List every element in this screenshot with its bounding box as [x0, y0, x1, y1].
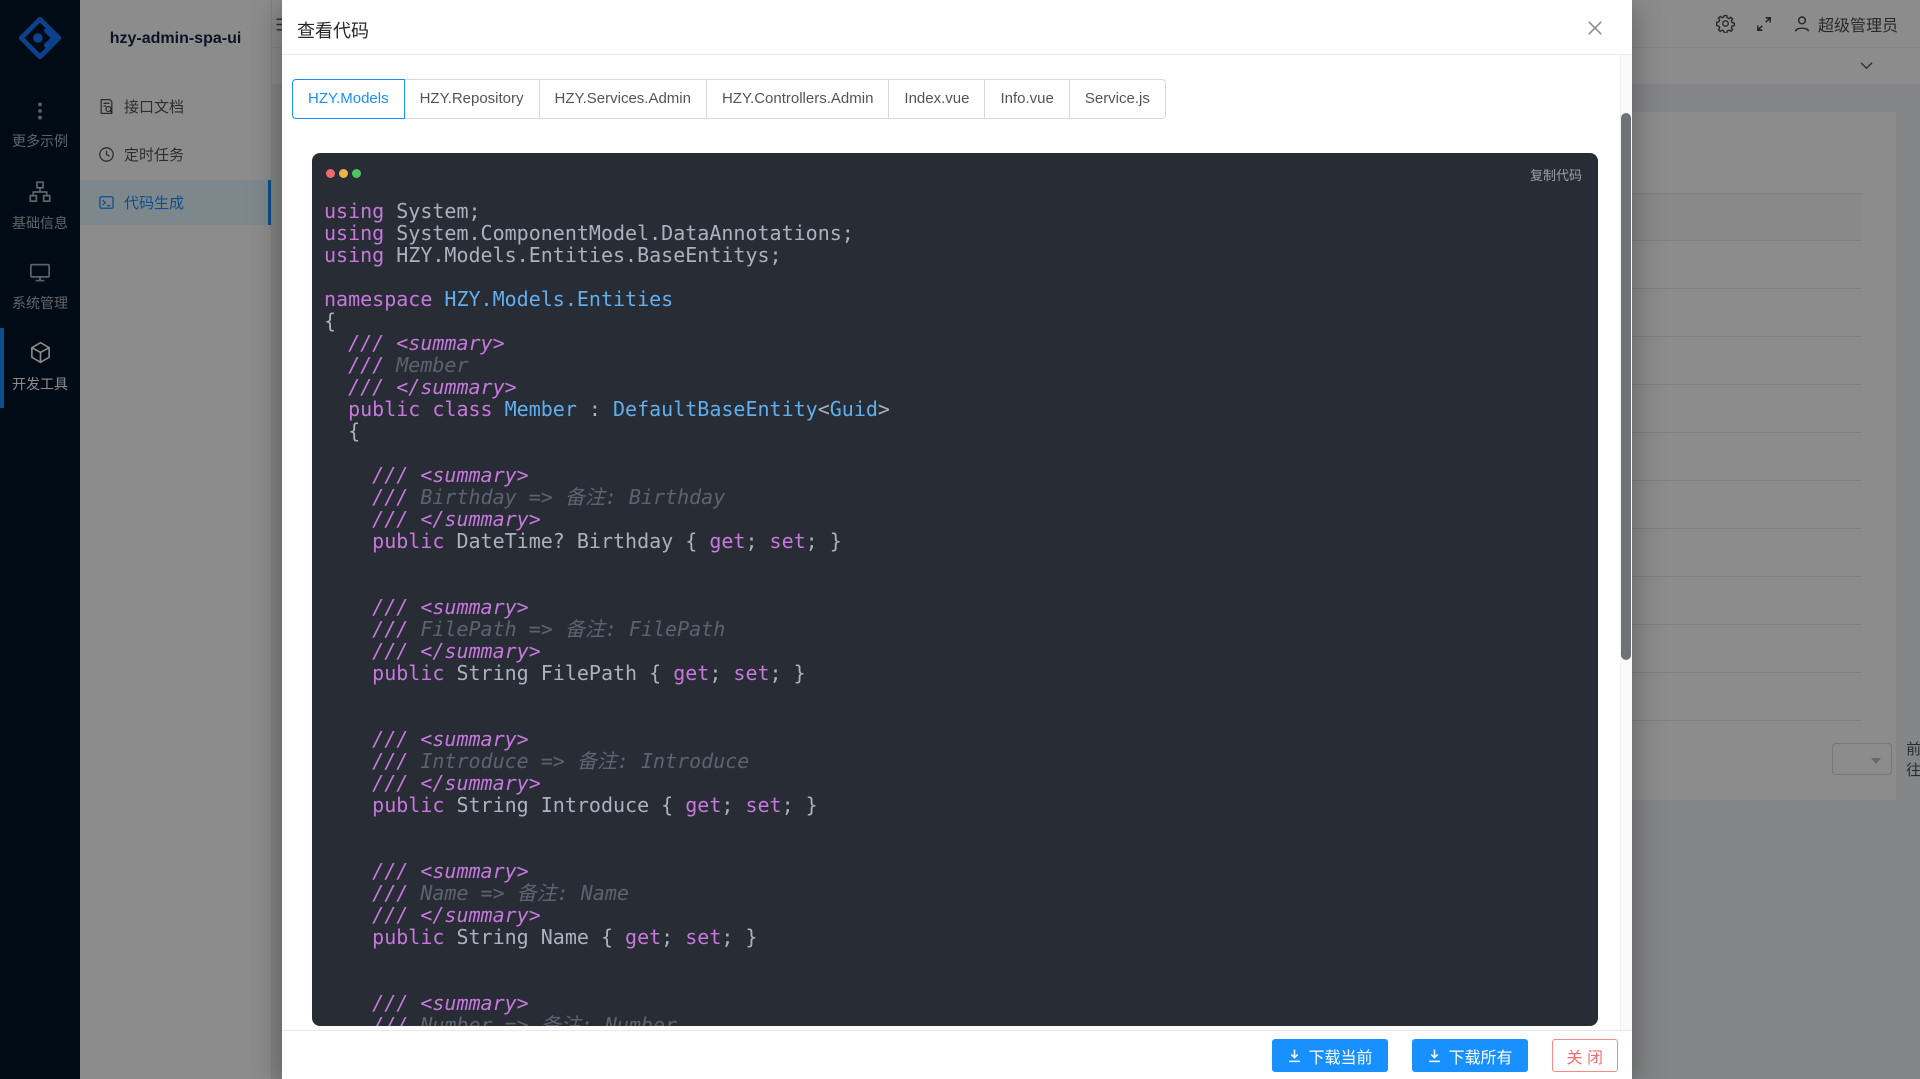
- code-line: /// Number => 备注: Number: [324, 1014, 1582, 1026]
- code-line: public DateTime? Birthday { get; set; }: [324, 530, 1582, 552]
- code-line: [324, 970, 1582, 992]
- code-line: /// <summary>: [324, 464, 1582, 486]
- code-line: /// </summary>: [324, 772, 1582, 794]
- code-line: /// Name => 备注: Name: [324, 882, 1582, 904]
- tab-hzy-repository[interactable]: HZY.Repository: [404, 79, 540, 119]
- window-dot-red: [326, 169, 335, 178]
- code-line: public class Member : DefaultBaseEntity<…: [324, 398, 1582, 420]
- copy-code-button[interactable]: 复制代码: [1530, 165, 1582, 184]
- code-line: {: [324, 420, 1582, 442]
- close-icon: [1586, 19, 1606, 37]
- code-line: [324, 266, 1582, 288]
- code-line: /// Member: [324, 354, 1582, 376]
- download-current-label: 下载当前: [1309, 1044, 1373, 1068]
- code-line: [324, 574, 1582, 596]
- code-line: /// <summary>: [324, 992, 1582, 1014]
- code-line: /// <summary>: [324, 728, 1582, 750]
- code-line: public String FilePath { get; set; }: [324, 662, 1582, 684]
- code-line: /// <summary>: [324, 860, 1582, 882]
- code-window-titlebar: 复制代码: [312, 153, 1598, 187]
- code-line: [324, 948, 1582, 970]
- code-line: [324, 838, 1582, 860]
- download-all-label: 下载所有: [1449, 1044, 1513, 1068]
- code-line: public String Introduce { get; set; }: [324, 794, 1582, 816]
- code-line: [324, 684, 1582, 706]
- tab-hzy-services-admin[interactable]: HZY.Services.Admin: [539, 79, 707, 119]
- code-line: using HZY.Models.Entities.BaseEntitys;: [324, 244, 1582, 266]
- modal-scrollbar-track[interactable]: [1620, 55, 1632, 1030]
- code-line: [324, 552, 1582, 574]
- code-line: /// Birthday => 备注: Birthday: [324, 486, 1582, 508]
- code-line: /// </summary>: [324, 376, 1582, 398]
- code-line: using System;: [324, 200, 1582, 222]
- code-line: /// </summary>: [324, 640, 1582, 662]
- code-line: namespace HZY.Models.Entities: [324, 288, 1582, 310]
- code-line: /// FilePath => 备注: FilePath: [324, 618, 1582, 640]
- tab-info-vue[interactable]: Info.vue: [984, 79, 1069, 119]
- code-line: /// </summary>: [324, 508, 1582, 530]
- window-dot-green: [352, 169, 361, 178]
- code-line: public String Name { get; set; }: [324, 926, 1582, 948]
- code-line: using System.ComponentModel.DataAnnotati…: [324, 222, 1582, 244]
- code-line: [324, 442, 1582, 464]
- app-root: 更多示例 基础信息: [0, 0, 1920, 1079]
- code-line: /// Introduce => 备注: Introduce: [324, 750, 1582, 772]
- view-code-modal: 查看代码 HZY.Models HZY.Repository HZY.Servi…: [282, 0, 1632, 1079]
- code-content: using System;using System.ComponentModel…: [312, 187, 1598, 1026]
- file-tabs: HZY.Models HZY.Repository HZY.Services.A…: [292, 79, 1166, 119]
- close-modal-button[interactable]: 关 闭: [1552, 1039, 1618, 1072]
- download-all-button[interactable]: 下载所有: [1412, 1039, 1528, 1072]
- window-dot-yellow: [339, 169, 348, 178]
- code-line: /// </summary>: [324, 904, 1582, 926]
- tab-hzy-models[interactable]: HZY.Models: [292, 79, 405, 119]
- download-current-button[interactable]: 下载当前: [1272, 1039, 1388, 1072]
- download-icon: [1427, 1048, 1442, 1063]
- tab-index-vue[interactable]: Index.vue: [888, 79, 985, 119]
- modal-header: 查看代码: [282, 0, 1632, 55]
- modal-footer: 下载当前 下载所有 关 闭: [282, 1030, 1632, 1079]
- code-line: [324, 706, 1582, 728]
- modal-scrollbar-thumb[interactable]: [1621, 113, 1631, 660]
- code-window: 复制代码 using System;using System.Component…: [312, 153, 1598, 1026]
- tab-hzy-controllers-admin[interactable]: HZY.Controllers.Admin: [706, 79, 889, 119]
- code-line: /// <summary>: [324, 596, 1582, 618]
- code-line: {: [324, 310, 1582, 332]
- code-line: /// <summary>: [324, 332, 1582, 354]
- code-line: [324, 816, 1582, 838]
- modal-title: 查看代码: [297, 17, 369, 43]
- modal-close-button[interactable]: [1586, 18, 1606, 38]
- download-icon: [1287, 1048, 1302, 1063]
- tab-service-js[interactable]: Service.js: [1069, 79, 1166, 119]
